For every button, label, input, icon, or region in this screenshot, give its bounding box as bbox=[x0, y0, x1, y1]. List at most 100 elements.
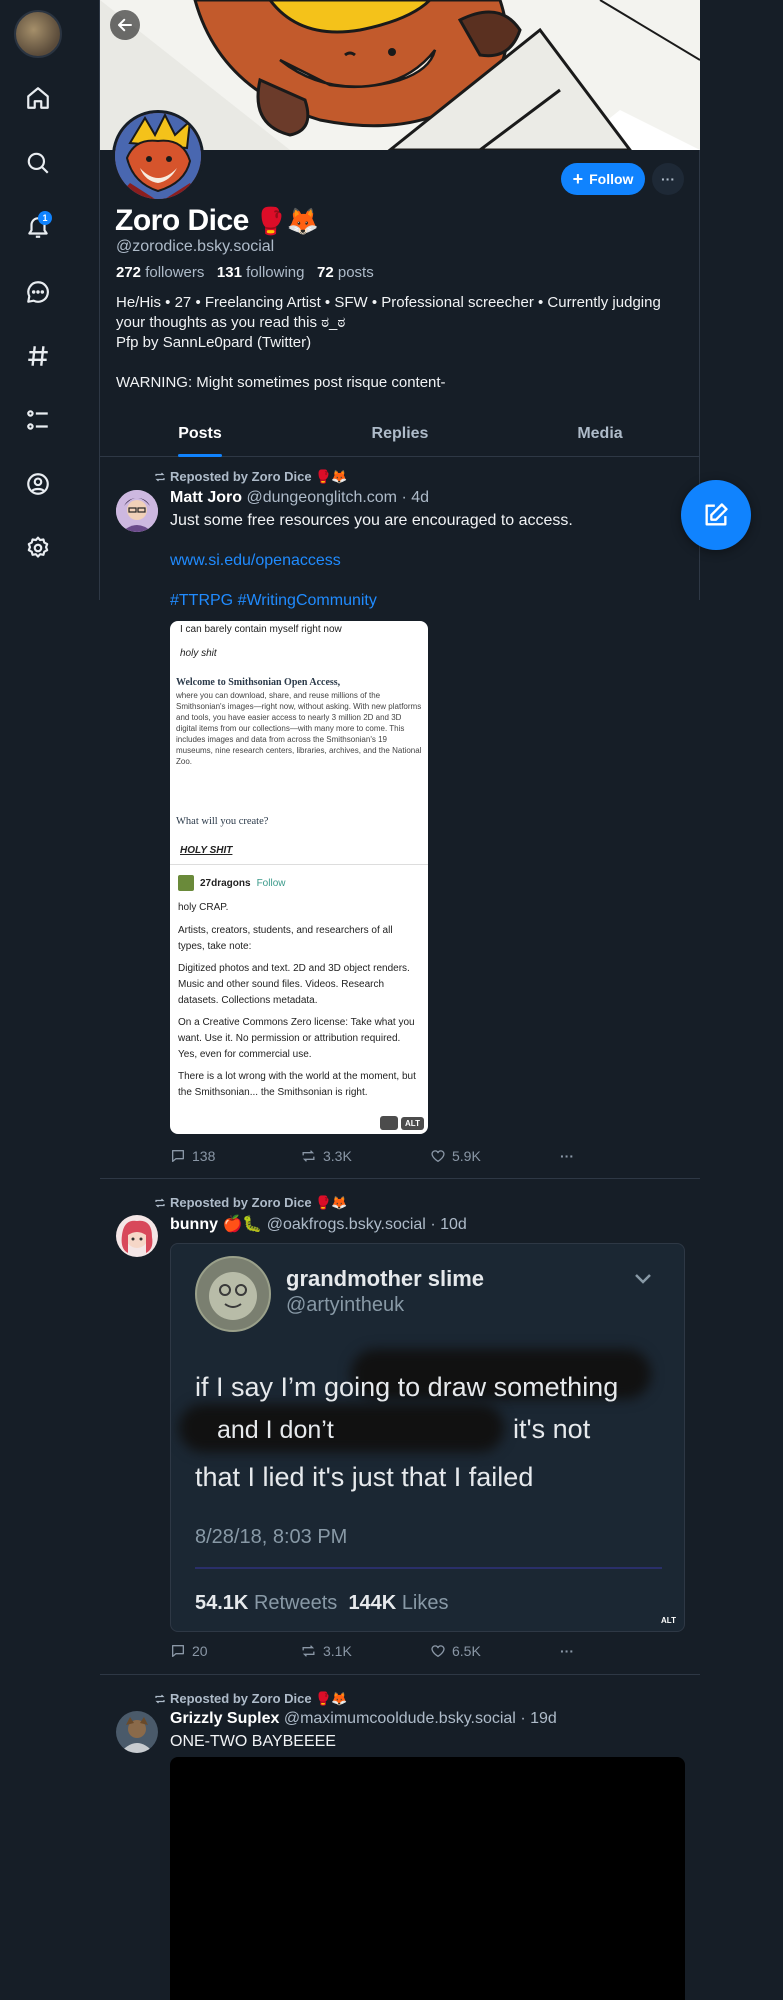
post-video[interactable] bbox=[170, 1757, 685, 2000]
heart-icon bbox=[431, 1150, 445, 1162]
tweet-stats: 54.1K Retweets 144K Likes bbox=[195, 1592, 449, 1615]
post-author-handle[interactable]: @oakfrogs.bsky.social bbox=[267, 1216, 426, 1233]
reply-icon bbox=[172, 1645, 184, 1657]
follow-button-label: Follow bbox=[589, 171, 634, 187]
posts-label: posts bbox=[337, 264, 374, 281]
tweet-timestamp: 8/28/18, 8:03 PM bbox=[195, 1526, 348, 1548]
image-question: What will you create? bbox=[176, 816, 269, 827]
post-text: Just some free resources you are encoura… bbox=[170, 512, 573, 529]
lists-icon[interactable] bbox=[18, 400, 58, 440]
post-hashtags[interactable]: #TTRPG #WritingCommunity bbox=[170, 591, 377, 611]
post-more-button[interactable]: ··· bbox=[560, 1148, 574, 1164]
heart-icon bbox=[431, 1645, 445, 1657]
expand-icon[interactable] bbox=[380, 1116, 398, 1130]
post-actions: 20 3.1K 6.5K ··· bbox=[170, 1641, 590, 1661]
post-timestamp[interactable]: · 10d bbox=[430, 1216, 466, 1233]
tweet-retweet-count: 54.1K bbox=[195, 1592, 249, 1614]
repost-icon bbox=[155, 472, 165, 482]
post-header: Matt Joro @dungeonglitch.com · 4d bbox=[170, 489, 429, 507]
post-link[interactable]: www.si.edu/openaccess bbox=[170, 551, 341, 571]
tab-media[interactable]: Media bbox=[500, 415, 700, 456]
display-name-text: Zoro Dice bbox=[115, 204, 249, 237]
tweet-text-1b: I’m going to draw something bbox=[280, 1372, 619, 1402]
ellipsis-icon: ··· bbox=[661, 171, 675, 187]
reply-button[interactable]: 20 bbox=[170, 1643, 300, 1659]
repost-button[interactable]: 3.1K bbox=[300, 1643, 430, 1659]
following-link[interactable]: 131 following bbox=[217, 264, 305, 281]
repost-label: Reposted by Zoro Dice 🥊🦊 bbox=[170, 469, 348, 484]
home-icon[interactable] bbox=[18, 78, 58, 118]
settings-icon[interactable] bbox=[18, 528, 58, 568]
notification-badge: 1 bbox=[38, 211, 52, 225]
alt-badge[interactable]: ALT bbox=[401, 1117, 424, 1130]
profile-stats: 272 followers 131 following 72 posts bbox=[116, 264, 374, 281]
repost-button[interactable]: 3.3K bbox=[300, 1148, 430, 1164]
profile-bio: He/His • 27 • Freelancing Artist • SFW •… bbox=[116, 294, 661, 391]
tweet-text-2a: and I don’t bbox=[217, 1416, 334, 1444]
image-text-1: I can barely contain myself right now bbox=[180, 624, 342, 635]
profile-avatar[interactable] bbox=[112, 110, 204, 202]
feeds-hash-icon[interactable] bbox=[18, 336, 58, 376]
follow-button[interactable]: + Follow bbox=[561, 163, 645, 195]
post-author-name[interactable]: Matt Joro bbox=[170, 489, 242, 506]
repost-indicator: Reposted by Zoro Dice 🥊🦊 bbox=[154, 1195, 348, 1211]
post-author-name[interactable]: bunny 🍎🐛 bbox=[170, 1216, 262, 1233]
image-reply-3: Digitized photos and text. 2D and 3D obj… bbox=[178, 963, 410, 1006]
repost-count: 3.3K bbox=[323, 1148, 352, 1164]
chat-icon[interactable] bbox=[18, 272, 58, 312]
post-image[interactable]: I can barely contain myself right now ho… bbox=[170, 621, 428, 1134]
posts-count: 72 bbox=[317, 264, 334, 281]
reply-count: 20 bbox=[192, 1643, 208, 1659]
tab-replies[interactable]: Replies bbox=[300, 415, 500, 456]
tab-posts[interactable]: Posts bbox=[100, 415, 300, 456]
repost-icon bbox=[302, 1150, 315, 1162]
tweet-like-label: Likes bbox=[401, 1592, 449, 1614]
notifications-icon[interactable]: 1 bbox=[18, 207, 58, 247]
post-author-handle[interactable]: @dungeonglitch.com bbox=[246, 489, 397, 506]
reply-icon bbox=[172, 1150, 184, 1162]
repost-icon bbox=[302, 1645, 315, 1657]
followers-count: 272 bbox=[116, 264, 142, 281]
post-image[interactable]: grandmother slime @artyintheuk if I say … bbox=[170, 1243, 685, 1632]
feed-post[interactable]: Reposted by Zoro Dice 🥊🦊 Matt Joro @dung… bbox=[100, 458, 700, 1168]
profile-display-name: Zoro Dice 🥊🦊 bbox=[115, 204, 319, 238]
post-timestamp[interactable]: · 4d bbox=[401, 489, 429, 506]
like-count: 6.5K bbox=[452, 1643, 481, 1659]
repost-count: 3.1K bbox=[323, 1643, 352, 1659]
current-user-avatar[interactable] bbox=[14, 10, 62, 58]
post-author-avatar[interactable] bbox=[116, 1711, 158, 1753]
left-nav-rail: 1 bbox=[0, 0, 76, 2000]
more-options-button[interactable]: ··· bbox=[652, 163, 684, 195]
repost-indicator: Reposted by Zoro Dice 🥊🦊 bbox=[154, 469, 348, 485]
post-header: bunny 🍎🐛 @oakfrogs.bsky.social · 10d bbox=[170, 1214, 467, 1234]
like-button[interactable]: 5.9K bbox=[430, 1148, 560, 1164]
post-more-button[interactable]: ··· bbox=[560, 1643, 574, 1659]
back-button[interactable] bbox=[110, 10, 140, 40]
post-author-name[interactable]: Grizzly Suplex bbox=[170, 1710, 279, 1727]
profile-icon[interactable] bbox=[18, 464, 58, 504]
tweet-divider bbox=[195, 1567, 662, 1569]
alt-badge[interactable]: ALT bbox=[657, 1614, 680, 1627]
reply-count: 138 bbox=[192, 1148, 216, 1164]
display-name-emoji: 🥊🦊 bbox=[254, 205, 319, 236]
repost-label: Reposted by Zoro Dice 🥊🦊 bbox=[170, 1195, 348, 1210]
profile-handle: @zorodice.bsky.social bbox=[116, 238, 275, 255]
search-icon[interactable] bbox=[18, 143, 58, 183]
followers-link[interactable]: 272 followers bbox=[116, 264, 204, 281]
tweet-author-handle: @artyintheuk bbox=[286, 1294, 405, 1316]
tweet-text-1a: if I say bbox=[195, 1372, 274, 1402]
image-welcome-body: where you can download, share, and reuse… bbox=[176, 691, 422, 766]
image-text-2: holy shit bbox=[180, 648, 217, 659]
reply-button[interactable]: 138 bbox=[170, 1148, 300, 1164]
post-timestamp[interactable]: · 19d bbox=[520, 1710, 556, 1727]
like-button[interactable]: 6.5K bbox=[430, 1643, 560, 1659]
post-author-avatar[interactable] bbox=[116, 1215, 158, 1257]
post-author-avatar[interactable] bbox=[116, 490, 158, 532]
image-reply-5: There is a lot wrong with the world at t… bbox=[178, 1071, 416, 1098]
tweet-retweet-label: Retweets bbox=[253, 1592, 338, 1614]
post-author-handle[interactable]: @maximumcooldude.bsky.social bbox=[284, 1710, 516, 1727]
tweet-text-line-3: that I lied it's just that I failed bbox=[195, 1462, 534, 1492]
post-actions: 138 3.3K 5.9K ··· bbox=[170, 1146, 590, 1166]
image-reply-1: holy CRAP. bbox=[178, 902, 229, 913]
posts-stat: 72 posts bbox=[317, 264, 374, 281]
